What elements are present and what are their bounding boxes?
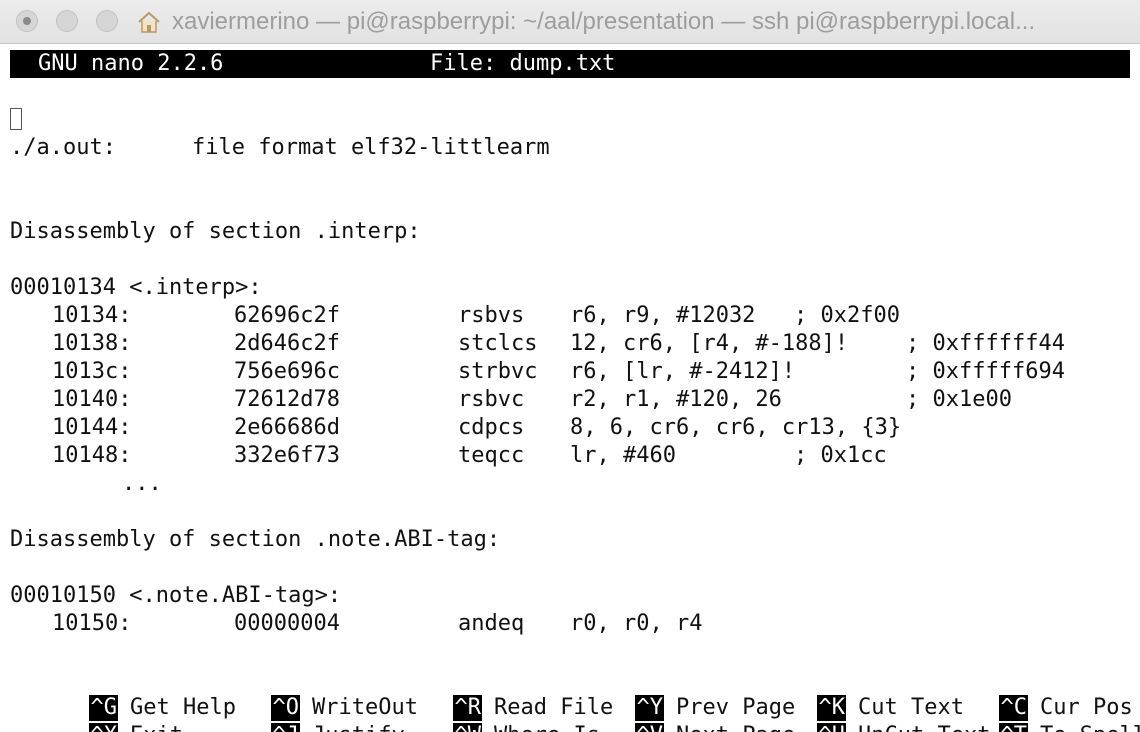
disasm-mnemonic: rsbvs <box>458 303 525 328</box>
shortcut-key: ^T <box>999 723 1028 732</box>
disasm-mnemonic: rsbvc <box>458 387 525 412</box>
disasm-row: 1013c: 756e696c strbvc r6, [lr, #-2412]!… <box>10 358 1065 386</box>
disasm-row: 10144: 2e66686d cdpcs 8, 6, cr6, cr6, cr… <box>10 414 901 442</box>
disasm-operands: r2, r1, #120, 26 <box>570 387 782 412</box>
nano-filename: File: dump.txt <box>430 51 616 76</box>
file-format-line: ./a.out: file format elf32-littlearm <box>10 134 550 162</box>
section-symbol: 00010134 <.interp>: <box>10 275 262 300</box>
file-format-label: ./a.out: <box>10 135 116 160</box>
disasm-mnemonic: strbvc <box>458 359 538 384</box>
title-bar[interactable]: xaviermerino — pi@raspberrypi: ~/aal/pre… <box>0 0 1140 44</box>
shortcut-key: ^X <box>89 723 118 732</box>
disasm-operands: 8, 6, cr6, cr6, cr13, {3} <box>570 415 902 440</box>
disasm-hex: 00000004 <box>234 611 340 636</box>
shortcut-label: Exit <box>130 723 183 732</box>
disasm-operands: r6, [lr, #-2412]! <box>570 359 796 384</box>
disasm-comment: ; 0xffffff44 <box>906 331 1065 356</box>
disasm-mnemonic: cdpcs <box>458 415 525 440</box>
disasm-hex: 2d646c2f <box>234 331 340 356</box>
section-header: Disassembly of section .interp: <box>10 219 421 244</box>
shortcut-key: ^J <box>271 723 300 732</box>
disasm-mnemonic: stclcs <box>458 331 538 356</box>
home-icon <box>138 11 160 33</box>
minimize-button[interactable] <box>56 10 78 32</box>
ellipsis-line: ... <box>10 470 162 498</box>
ellipsis: ... <box>122 471 162 496</box>
disasm-mnemonic: teqcc <box>458 443 525 468</box>
file-format-value: file format elf32-littlearm <box>192 135 550 160</box>
disasm-address: 10134: <box>52 303 132 328</box>
section-header: Disassembly of section .note.ABI-tag: <box>10 527 501 552</box>
disasm-hex: 332e6f73 <box>234 443 340 468</box>
terminal-window: xaviermerino — pi@raspberrypi: ~/aal/pre… <box>0 0 1140 732</box>
disasm-hex: 62696c2f <box>234 303 340 328</box>
disasm-address: 10150: <box>52 611 132 636</box>
disasm-mnemonic: andeq <box>458 611 525 636</box>
close-button[interactable] <box>16 10 38 32</box>
disasm-row: 10140: 72612d78 rsbvc r2, r1, #120, 26 ;… <box>10 386 1012 414</box>
disasm-hex: 2e66686d <box>234 415 340 440</box>
disasm-operands: r0, r0, r4 <box>570 611 703 636</box>
zoom-button[interactable] <box>96 10 118 32</box>
disasm-address: 10138: <box>52 331 132 356</box>
nano-version: GNU nano 2.2.6 <box>38 51 224 76</box>
shortcut-key: ^V <box>635 723 664 732</box>
disasm-address: 10140: <box>52 387 132 412</box>
window-title-area: xaviermerino — pi@raspberrypi: ~/aal/pre… <box>136 0 1131 44</box>
disasm-comment: ; 0x1e00 <box>906 387 1012 412</box>
disasm-row: 10134: 62696c2f rsbvs r6, r9, #12032 ; 0… <box>10 302 900 330</box>
shortcut-key: ^W <box>453 723 482 732</box>
shortcut-key: ^U <box>817 723 846 732</box>
disasm-hex: 72612d78 <box>234 387 340 412</box>
nano-header-bar: GNU nano 2.2.6 File: dump.txt <box>10 50 1130 78</box>
shortcut-label: To Spell <box>1040 723 1140 732</box>
shortcut-to-spell[interactable]: ^T To Spell <box>920 694 1140 732</box>
disasm-operands: lr, #460 <box>570 443 676 468</box>
disasm-operands: r6, r9, #12032 <box>570 303 756 328</box>
terminal-content[interactable]: GNU nano 2.2.6 File: dump.txt ./a.out: f… <box>0 44 1140 732</box>
disasm-address: 1013c: <box>52 359 132 384</box>
disasm-address: 10144: <box>52 415 132 440</box>
disasm-row: 10150: 00000004 andeq r0, r0, r4 <box>10 610 702 638</box>
window-title: xaviermerino — pi@raspberrypi: ~/aal/pre… <box>172 8 1036 35</box>
disasm-operands: 12, cr6, [r4, #-188]! <box>570 331 849 356</box>
disasm-comment: ; 0x2f00 <box>794 303 900 328</box>
shortcut-cur-pos[interactable]: ^C Cur Pos <box>920 666 1133 721</box>
disasm-row: 10138: 2d646c2f stclcs 12, cr6, [r4, #-1… <box>10 330 1065 358</box>
disasm-row: 10148: 332e6f73 teqcc lr, #460 ; 0x1cc <box>10 442 887 470</box>
shortcut-justify[interactable]: ^JJustify <box>192 694 405 732</box>
section-symbol: 00010150 <.note.ABI-tag>: <box>10 583 342 608</box>
shortcut-exit[interactable]: ^X Exit <box>10 694 183 732</box>
disasm-comment: ; 0x1cc <box>794 443 887 468</box>
disasm-address: 10148: <box>52 443 132 468</box>
disasm-comment: ; 0xfffff694 <box>906 359 1065 384</box>
disasm-hex: 756e696c <box>234 359 340 384</box>
text-cursor <box>10 108 22 130</box>
